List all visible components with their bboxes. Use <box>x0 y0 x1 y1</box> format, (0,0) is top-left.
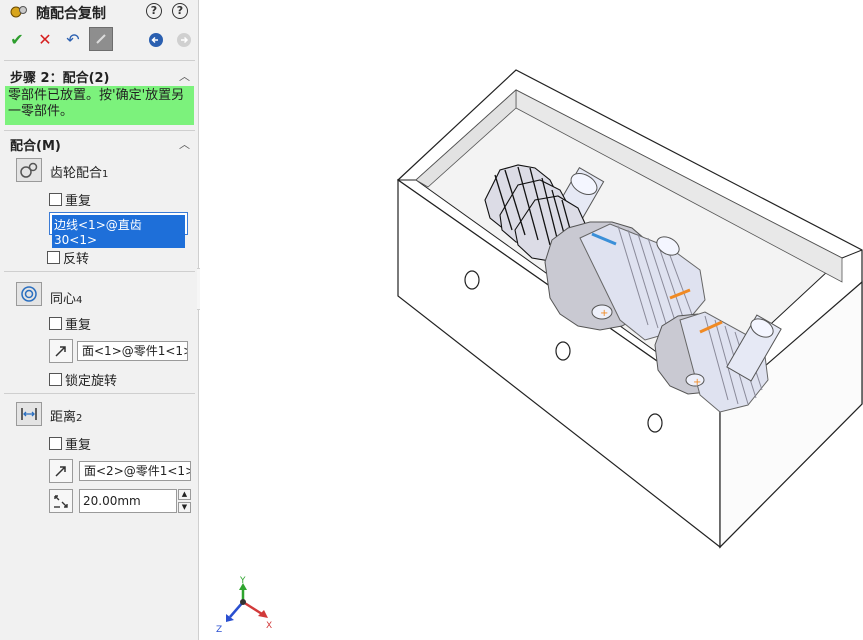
triad-x-label: X <box>266 621 272 631</box>
graphics-viewport[interactable]: + + Y X Z <box>200 0 863 640</box>
divider <box>4 271 195 272</box>
divider <box>4 60 195 61</box>
check-icon[interactable]: ✔ <box>6 29 28 51</box>
copy-with-mates-icon <box>10 6 27 18</box>
distance-value-icon <box>49 489 73 513</box>
panel-toolbar: ✔ ✕ ↶ <box>0 27 199 53</box>
distance-value-input[interactable]: 20.00mm <box>79 489 177 513</box>
help-button[interactable]: ? <box>146 3 162 19</box>
status-message: 零部件已放置。按'确定'放置另一零部件。 <box>5 86 194 125</box>
svg-text:+: + <box>600 308 608 319</box>
distance-repeat-checkbox[interactable]: 重复 <box>49 434 91 453</box>
gear-mate-icon <box>16 158 42 182</box>
bolt-hole <box>647 413 663 433</box>
reference-arrow-button[interactable] <box>49 339 73 363</box>
distance-spinner[interactable]: ▲ ▼ <box>178 489 191 513</box>
concentric-repeat-checkbox[interactable]: 重复 <box>49 314 91 333</box>
divider <box>4 130 195 131</box>
repeat-label: 重复 <box>65 438 92 453</box>
coordinate-triad: Y X Z <box>216 576 272 635</box>
chevron-up-icon[interactable]: ︿ <box>179 136 190 152</box>
distance-index: 2 <box>76 413 83 424</box>
assembly-model: + + Y X Z <box>216 69 863 635</box>
lock-rotation-checkbox[interactable]: 锁定旋转 <box>49 370 117 389</box>
reference-arrow-button[interactable] <box>49 459 73 483</box>
concentric-mate-label: 同心4 <box>50 288 82 307</box>
concentric-index: 4 <box>76 295 83 306</box>
step-section-title[interactable]: 步骤 2：配合(2) <box>10 67 110 86</box>
concentric-name: 同心 <box>50 292 77 307</box>
back-arrow-icon[interactable] <box>149 33 163 47</box>
spin-up-icon[interactable]: ▲ <box>178 489 191 500</box>
distance-mate-icon <box>16 402 42 426</box>
triad-y-label: Y <box>239 576 246 586</box>
x-icon[interactable]: ✕ <box>34 29 56 51</box>
concentric-mate-icon <box>16 282 42 306</box>
chevron-up-icon[interactable]: ︿ <box>179 68 190 84</box>
gear-mate-name: 齿轮配合 <box>50 166 103 181</box>
gear-mate-index: 1 <box>102 169 109 180</box>
concentric-reference-field[interactable]: 面<1>@零件1<1> <box>77 341 188 361</box>
property-manager-panel: 随配合复制 ? ? ✔ ✕ ↶ 步骤 2：配合(2) ︿ 零部件已放置。按'确定… <box>0 0 199 640</box>
forward-arrow-icon[interactable] <box>177 33 191 47</box>
distance-name: 距离 <box>50 410 77 425</box>
repeat-label: 重复 <box>65 194 92 209</box>
repeat-label: 重复 <box>65 318 92 333</box>
svg-text:+: + <box>693 377 701 388</box>
spin-down-icon[interactable]: ▼ <box>178 502 191 513</box>
reverse-checkbox[interactable]: 反转 <box>47 248 89 267</box>
mates-section-title[interactable]: 配合(M) <box>10 135 61 154</box>
panel-title: 随配合复制 <box>36 6 106 22</box>
distance-mate-label: 距离2 <box>50 406 82 425</box>
distance-reference-field[interactable]: 面<2>@零件1<1> <box>79 461 191 481</box>
divider <box>4 393 195 394</box>
panel-header: 随配合复制 ? ? <box>0 0 199 24</box>
pushpin-icon[interactable] <box>89 27 113 51</box>
undo-icon[interactable]: ↶ <box>62 29 84 51</box>
reverse-label: 反转 <box>63 252 90 267</box>
gear-mate-label: 齿轮配合1 <box>50 162 108 181</box>
triad-z-label: Z <box>216 625 222 635</box>
info-button[interactable]: ? <box>172 3 188 19</box>
bolt-hole <box>464 270 480 290</box>
bolt-hole <box>555 341 571 361</box>
gear-mate-selection-field[interactable]: 边线<1>@直齿30<1> <box>49 212 188 248</box>
lock-rotation-label: 锁定旋转 <box>65 374 118 389</box>
gear-mate-repeat-checkbox[interactable]: 重复 <box>49 190 91 209</box>
selection-highlight[interactable]: 边线<1>@直齿30<1> <box>52 215 185 248</box>
